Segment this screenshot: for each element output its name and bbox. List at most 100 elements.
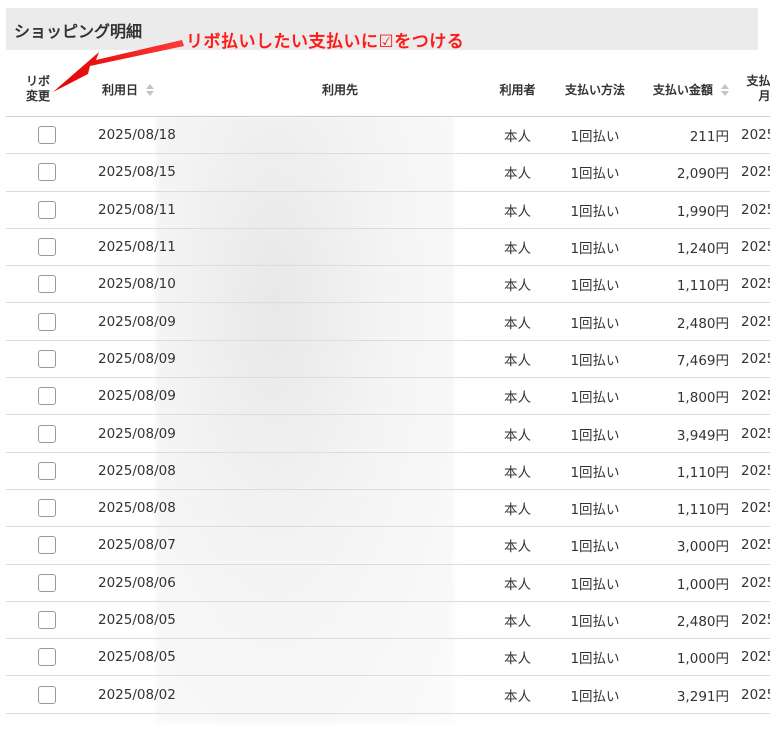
- amount-cell: 211円: [645, 116, 737, 155]
- revo-checkbox-cell: [6, 526, 88, 565]
- revo-checkbox-cell: [6, 191, 88, 229]
- merchant-cell-redacted: [190, 601, 490, 640]
- revo-checkbox[interactable]: [38, 611, 56, 629]
- payment-month-cell: 2025/09: [737, 153, 770, 192]
- merchant-cell-redacted: [190, 191, 490, 229]
- revo-checkbox[interactable]: [38, 648, 56, 667]
- date-cell: 2025/08/05: [88, 601, 190, 640]
- merchant-cell-redacted: [190, 116, 490, 155]
- user-cell: 本人: [490, 414, 545, 453]
- payment-month-cell: 2025/09: [737, 564, 770, 602]
- amount-cell: 1,990円: [645, 191, 737, 229]
- merchant-cell-redacted: [190, 452, 490, 490]
- revo-checkbox[interactable]: [38, 573, 56, 592]
- date-cell: 2025/08/09: [88, 414, 190, 453]
- user-cell: 本人: [490, 191, 545, 229]
- method-cell: 1回払い: [545, 228, 645, 267]
- merchant-cell-redacted: [190, 638, 490, 677]
- table-row: 2025/08/05 本人1回払い2,480円2025/09: [6, 601, 770, 640]
- user-cell: 本人: [490, 526, 545, 565]
- date-cell: 2025/08/09: [88, 377, 190, 416]
- revo-checkbox[interactable]: [38, 685, 56, 704]
- shopping-detail-table: リボ 変更 利用日 利用先 利用者 支払い方法 支払い金額 支払 月 2025/…: [6, 62, 770, 714]
- amount-cell: 1,000円: [645, 564, 737, 602]
- date-cell: 2025/08/08: [88, 489, 190, 528]
- method-cell: 1回払い: [545, 153, 645, 192]
- date-cell: 2025/08/05: [88, 638, 190, 677]
- user-cell: 本人: [490, 638, 545, 677]
- table-row: 2025/08/09 本人1回払い2,480円2025/09: [6, 302, 770, 341]
- date-cell: 2025/08/07: [88, 526, 190, 565]
- method-cell: 1回払い: [545, 526, 645, 565]
- payment-month-cell: 2025/09: [737, 116, 770, 155]
- date-cell: 2025/08/15: [88, 153, 190, 192]
- merchant-cell-redacted: [190, 526, 490, 565]
- revo-checkbox-cell: [6, 377, 88, 416]
- merchant-cell-redacted: [190, 228, 490, 267]
- user-cell: 本人: [490, 489, 545, 528]
- revo-checkbox[interactable]: [38, 387, 56, 406]
- revo-checkbox[interactable]: [38, 424, 56, 443]
- method-cell: 1回払い: [545, 564, 645, 602]
- date-cell: 2025/08/09: [88, 302, 190, 341]
- revo-checkbox[interactable]: [38, 536, 56, 555]
- revo-checkbox[interactable]: [38, 349, 56, 368]
- revo-checkbox-cell: [6, 228, 88, 267]
- payment-month-cell: 2025/09: [737, 228, 770, 267]
- amount-cell: 1,110円: [645, 452, 737, 490]
- revo-checkbox-cell: [6, 153, 88, 192]
- method-cell: 1回払い: [545, 377, 645, 416]
- table-row: 2025/08/05 本人1回払い1,000円2025/09: [6, 638, 770, 677]
- table-row: 2025/08/11 本人1回払い1,240円2025/09: [6, 228, 770, 267]
- header-payment-month: 支払い 月: [737, 62, 770, 117]
- sort-updown-icon[interactable]: [146, 84, 155, 96]
- user-cell: 本人: [490, 564, 545, 602]
- revo-checkbox[interactable]: [38, 163, 56, 182]
- revo-checkbox[interactable]: [38, 275, 56, 294]
- merchant-cell-redacted: [190, 302, 490, 341]
- amount-cell: 3,949円: [645, 414, 737, 453]
- method-cell: 1回払い: [545, 638, 645, 677]
- sort-updown-icon[interactable]: [721, 84, 730, 96]
- method-cell: 1回払い: [545, 265, 645, 304]
- user-cell: 本人: [490, 452, 545, 490]
- method-cell: 1回払い: [545, 414, 645, 453]
- header-user: 利用者: [490, 62, 545, 117]
- date-cell: 2025/08/06: [88, 564, 190, 602]
- merchant-cell-redacted: [190, 414, 490, 453]
- table-row: 2025/08/09 本人1回払い1,800円2025/09: [6, 377, 770, 416]
- table-row: 2025/08/15 本人1回払い2,090円2025/09: [6, 153, 770, 192]
- table-header-row: リボ 変更 利用日 利用先 利用者 支払い方法 支払い金額 支払 月: [6, 62, 770, 117]
- amount-cell: 2,090円: [645, 153, 737, 192]
- payment-month-cell: 2025/09: [737, 489, 770, 528]
- revo-checkbox-cell: [6, 675, 88, 714]
- table-row: 2025/08/10 本人1回払い1,110円2025/09: [6, 265, 770, 304]
- revo-checkbox[interactable]: [38, 461, 56, 480]
- revo-checkbox-cell: [6, 302, 88, 341]
- method-cell: 1回払い: [545, 452, 645, 490]
- amount-cell: 1,000円: [645, 638, 737, 677]
- date-cell: 2025/08/08: [88, 452, 190, 490]
- revo-checkbox[interactable]: [38, 312, 56, 331]
- payment-month-cell: 2025/09: [737, 452, 770, 490]
- revo-checkbox[interactable]: [38, 499, 56, 518]
- header-method: 支払い方法: [545, 62, 645, 117]
- header-amount[interactable]: 支払い金額: [645, 62, 737, 117]
- merchant-cell-redacted: [190, 675, 490, 714]
- method-cell: 1回払い: [545, 601, 645, 640]
- amount-cell: 3,000円: [645, 526, 737, 565]
- header-revo-change: リボ 変更: [6, 62, 88, 117]
- revo-checkbox[interactable]: [38, 200, 56, 219]
- revo-checkbox[interactable]: [38, 238, 56, 257]
- header-date[interactable]: 利用日: [88, 62, 190, 117]
- header-merchant: 利用先: [190, 62, 490, 117]
- method-cell: 1回払い: [545, 340, 645, 379]
- payment-month-cell: 2025/09: [737, 377, 770, 416]
- revo-checkbox-cell: [6, 116, 88, 155]
- payment-month-cell: 2025/09: [737, 414, 770, 453]
- revo-checkbox-cell: [6, 452, 88, 490]
- user-cell: 本人: [490, 601, 545, 640]
- method-cell: 1回払い: [545, 116, 645, 155]
- user-cell: 本人: [490, 228, 545, 267]
- revo-checkbox[interactable]: [38, 126, 56, 145]
